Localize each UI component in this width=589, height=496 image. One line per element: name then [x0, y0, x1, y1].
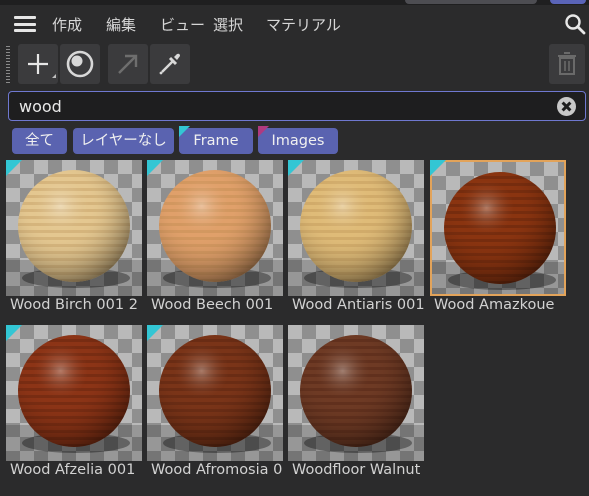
- material-preview-icon: [288, 160, 424, 296]
- menu-select[interactable]: 選択: [213, 14, 243, 35]
- material-name: Woodfloor Walnut: [292, 462, 421, 478]
- layer-tag-icon: [6, 325, 22, 341]
- material-thumbnail[interactable]: [147, 325, 283, 461]
- material-card[interactable]: Woodfloor Walnut: [288, 325, 424, 487]
- hamburger-menu-icon[interactable]: [14, 16, 36, 32]
- material-thumbnail[interactable]: [288, 325, 424, 461]
- eyedropper-button[interactable]: [150, 44, 190, 84]
- filter-all[interactable]: 全て: [12, 128, 67, 154]
- material-thumbnail[interactable]: [288, 160, 424, 296]
- search-field[interactable]: wood: [8, 91, 586, 121]
- eyedropper-icon: [159, 53, 180, 75]
- filter-no-layer[interactable]: レイヤーなし: [73, 128, 174, 154]
- material-thumbnail[interactable]: [6, 160, 142, 296]
- apply-material-button[interactable]: [108, 44, 148, 84]
- material-name: Wood Birch 001 2: [10, 297, 138, 313]
- add-material-button[interactable]: [18, 44, 58, 84]
- layer-tag-icon: [6, 160, 22, 176]
- filter-no-layer-label: レイヤーなし: [80, 133, 167, 149]
- filter-frame[interactable]: Frame: [179, 126, 253, 154]
- frame-tag-icon: [179, 126, 190, 137]
- layer-tag-icon: [147, 160, 163, 176]
- material-name: Wood Afromosia 001: [151, 462, 283, 478]
- layer-tag-icon: [430, 160, 446, 176]
- menu-edit[interactable]: 編集: [106, 14, 136, 35]
- material-thumbnail[interactable]: [147, 160, 283, 296]
- material-preview-icon: [288, 325, 424, 461]
- toolbar-grip[interactable]: [6, 46, 10, 84]
- layer-tag-icon: [288, 160, 304, 176]
- material-card[interactable]: Wood Beech 001: [147, 160, 283, 322]
- clear-search-icon[interactable]: [557, 97, 576, 116]
- filter-all-label: 全て: [25, 133, 54, 149]
- material-preview-icon: [432, 162, 564, 294]
- material-card[interactable]: Wood Amazkoue: [430, 160, 566, 322]
- material-preview-icon: [6, 160, 142, 296]
- filter-frame-label: Frame: [193, 133, 239, 149]
- arrow-icon: [118, 54, 138, 74]
- search-icon[interactable]: [564, 13, 586, 35]
- layer-tag-icon: [147, 325, 163, 341]
- material-preview-icon: [6, 325, 142, 461]
- material-card[interactable]: Wood Afromosia 001: [147, 325, 283, 487]
- menu-bar: 作成 編集 ビュー 選択 マテリアル: [0, 5, 589, 41]
- filter-images-label: Images: [271, 133, 325, 149]
- material-name: Wood Beech 001: [151, 297, 274, 313]
- material-name: Wood Amazkoue: [434, 297, 555, 313]
- material-card[interactable]: Wood Antiaris 001: [288, 160, 424, 322]
- material-thumbnail[interactable]: [430, 160, 566, 296]
- images-tag-icon: [258, 126, 269, 137]
- material-name: Wood Antiaris 001: [292, 297, 424, 313]
- delete-button[interactable]: [549, 44, 585, 84]
- menu-material[interactable]: マテリアル: [266, 14, 341, 35]
- toolbar: [0, 42, 589, 88]
- material-thumbnail[interactable]: [6, 325, 142, 461]
- material-card[interactable]: Wood Afzelia 001: [6, 325, 142, 487]
- search-input[interactable]: wood: [19, 97, 62, 116]
- material-ball-icon: [66, 50, 94, 78]
- material-preview-icon: [147, 160, 283, 296]
- trash-icon: [558, 52, 576, 75]
- add-icon: [28, 54, 56, 78]
- material-preview-icon: [147, 325, 283, 461]
- window-tab[interactable]: [405, 0, 537, 4]
- menu-view[interactable]: ビュー: [160, 14, 205, 35]
- window-tab-active[interactable]: [550, 0, 586, 4]
- filter-chips: 全て レイヤーなし Frame Images: [0, 126, 589, 156]
- filter-images[interactable]: Images: [258, 126, 338, 154]
- material-card[interactable]: Wood Birch 001 2: [6, 160, 142, 322]
- material-name: Wood Afzelia 001: [10, 462, 136, 478]
- material-preview-button[interactable]: [60, 44, 100, 84]
- menu-create[interactable]: 作成: [52, 14, 82, 35]
